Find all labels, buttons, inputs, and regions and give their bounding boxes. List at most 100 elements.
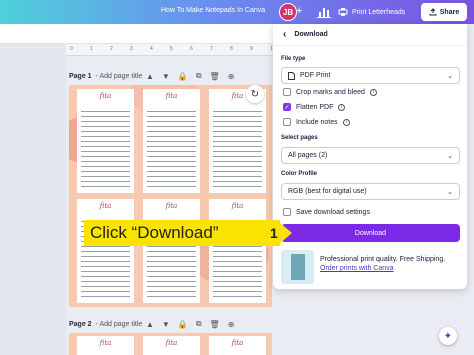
ruler-tick: 2 bbox=[110, 46, 113, 52]
crop-marks-option[interactable]: Crop marks and bleed i bbox=[283, 88, 377, 96]
insights-icon[interactable] bbox=[316, 5, 332, 19]
color-profile-select[interactable]: RGB (best for digital use) ⌄ bbox=[281, 183, 460, 200]
print-icon bbox=[338, 8, 348, 16]
download-panel: ‹ Download File type PDF Print ⌄ Crop ma… bbox=[273, 24, 467, 289]
ruler-tick: 1 bbox=[90, 46, 93, 52]
print-promo-image bbox=[281, 250, 314, 284]
notepad-sheet[interactable]: fita bbox=[77, 199, 134, 303]
refresh-icon[interactable]: ↻ bbox=[246, 85, 264, 103]
color-profile-label: Color Profile bbox=[281, 171, 318, 177]
add-collaborator-button[interactable]: + bbox=[296, 5, 302, 17]
ruler-tick: 0 bbox=[70, 46, 73, 52]
select-pages-value: All pages (2) bbox=[288, 152, 328, 159]
notepad-title: fita bbox=[231, 202, 244, 210]
save-settings-option[interactable]: Save download settings bbox=[283, 208, 370, 216]
ruler-tick: 4 bbox=[150, 46, 153, 52]
ruler-tick: 5 bbox=[170, 46, 173, 52]
page-1-label: Page 1 bbox=[69, 72, 92, 80]
notepad-title: fita bbox=[99, 92, 112, 100]
trash-icon[interactable]: 🗑 bbox=[210, 72, 220, 81]
save-settings-checkbox[interactable] bbox=[283, 208, 291, 216]
flatten-pdf-checkbox[interactable]: ✓ bbox=[283, 103, 291, 111]
print-letterheads-label: Print Letterheads bbox=[352, 8, 406, 16]
user-avatar[interactable]: JB bbox=[279, 3, 297, 21]
select-pages-select[interactable]: All pages (2) ⌄ bbox=[281, 147, 460, 164]
notepad-sheet[interactable]: fita bbox=[143, 199, 200, 303]
ruled-lines bbox=[213, 107, 262, 189]
download-button[interactable]: Download bbox=[281, 224, 460, 242]
chevron-down-icon: ⌄ bbox=[447, 188, 453, 196]
flatten-pdf-label: Flatten PDF bbox=[296, 103, 334, 111]
file-type-select[interactable]: PDF Print ⌄ bbox=[281, 67, 460, 84]
save-settings-label: Save download settings bbox=[296, 208, 370, 216]
page-1-canvas[interactable]: fita fita fita fita fita fita bbox=[69, 85, 272, 307]
move-down-icon[interactable]: ▼ bbox=[162, 320, 170, 329]
magic-assistant-icon[interactable]: ✦ bbox=[439, 327, 457, 345]
add-page-icon[interactable]: ⊕ bbox=[228, 320, 235, 329]
notepad-title: fita bbox=[99, 339, 112, 347]
back-icon[interactable]: ‹ bbox=[283, 29, 286, 40]
notepad-sheet[interactable]: fita bbox=[77, 336, 134, 355]
page-1-header: Page 1 - Add page title bbox=[69, 70, 142, 82]
ruler-tick: 8 bbox=[230, 46, 233, 52]
file-type-label: File type bbox=[281, 56, 306, 62]
ruled-lines bbox=[81, 107, 130, 189]
page-2-header: Page 2 - Add page title bbox=[69, 318, 142, 330]
ruler-tick: 3 bbox=[130, 46, 133, 52]
chevron-down-icon: ⌄ bbox=[447, 152, 453, 160]
include-notes-option[interactable]: Include notes i bbox=[283, 118, 350, 126]
editor-toolbar bbox=[0, 24, 276, 44]
include-notes-label: Include notes bbox=[296, 118, 338, 126]
notepad-title: fita bbox=[165, 202, 178, 210]
notepad-title: fita bbox=[99, 202, 112, 210]
lock-icon[interactable]: 🔒 bbox=[178, 72, 188, 81]
notepad-sheet[interactable]: fita bbox=[209, 199, 266, 303]
share-button[interactable]: Share bbox=[421, 3, 467, 21]
move-up-icon[interactable]: ▲ bbox=[146, 320, 154, 329]
move-down-icon[interactable]: ▼ bbox=[162, 72, 170, 81]
info-icon[interactable]: i bbox=[369, 88, 377, 96]
notepad-sheet[interactable]: fita bbox=[209, 89, 266, 193]
file-icon bbox=[288, 71, 295, 80]
notepad-title: fita bbox=[165, 92, 178, 100]
ruler-tick: 6 bbox=[190, 46, 193, 52]
callout-text: Click “Download” bbox=[90, 223, 219, 242]
ruler: 012345678910 bbox=[66, 44, 276, 56]
file-type-value: PDF Print bbox=[300, 72, 331, 79]
include-notes-checkbox[interactable] bbox=[283, 118, 291, 126]
page-2-add-title[interactable]: - Add page title bbox=[96, 321, 143, 328]
chevron-down-icon: ⌄ bbox=[447, 72, 453, 80]
order-prints-link[interactable]: Order prints with Canva bbox=[320, 265, 394, 272]
instruction-callout: Click “Download” bbox=[84, 220, 280, 246]
notepad-sheet[interactable]: fita bbox=[209, 336, 266, 355]
notepad-sheet[interactable]: fita bbox=[77, 89, 134, 193]
crop-marks-label: Crop marks and bleed bbox=[296, 88, 365, 96]
crop-marks-checkbox[interactable] bbox=[283, 88, 291, 96]
duplicate-icon[interactable]: ⧉ bbox=[196, 319, 202, 329]
page-1-add-title[interactable]: - Add page title bbox=[96, 73, 143, 80]
page-1-tools: ▲ ▼ 🔒 ⧉ 🗑 ⊕ bbox=[146, 70, 234, 82]
notepad-title: fita bbox=[231, 339, 244, 347]
share-label: Share bbox=[439, 8, 460, 16]
left-panel bbox=[0, 44, 66, 355]
promo-text: Professional print quality. Free Shippin… bbox=[320, 256, 446, 263]
add-page-icon[interactable]: ⊕ bbox=[228, 72, 235, 81]
document-title[interactable]: How To Make Notepads In Canva bbox=[161, 7, 265, 14]
notepad-sheet[interactable]: fita bbox=[143, 89, 200, 193]
page-2-label: Page 2 bbox=[69, 320, 92, 328]
move-up-icon[interactable]: ▲ bbox=[146, 72, 154, 81]
page-2-canvas[interactable]: fita fita fita bbox=[69, 333, 272, 355]
top-bar: How To Make Notepads In Canva JB + Print… bbox=[0, 0, 474, 24]
notepad-sheet[interactable]: fita bbox=[143, 336, 200, 355]
info-icon[interactable]: i bbox=[342, 118, 350, 126]
flatten-pdf-option[interactable]: ✓ Flatten PDF i bbox=[283, 103, 346, 111]
ruler-tick: 7 bbox=[210, 46, 213, 52]
info-icon[interactable]: i bbox=[338, 103, 346, 111]
duplicate-icon[interactable]: ⧉ bbox=[196, 71, 202, 81]
print-letterheads-button[interactable]: Print Letterheads bbox=[338, 4, 405, 20]
trash-icon[interactable]: 🗑 bbox=[210, 320, 220, 329]
upload-icon bbox=[429, 8, 437, 16]
page-2-tools: ▲ ▼ 🔒 ⧉ 🗑 ⊕ bbox=[146, 318, 234, 330]
lock-icon[interactable]: 🔒 bbox=[178, 320, 188, 329]
download-panel-header: ‹ Download bbox=[273, 24, 467, 46]
